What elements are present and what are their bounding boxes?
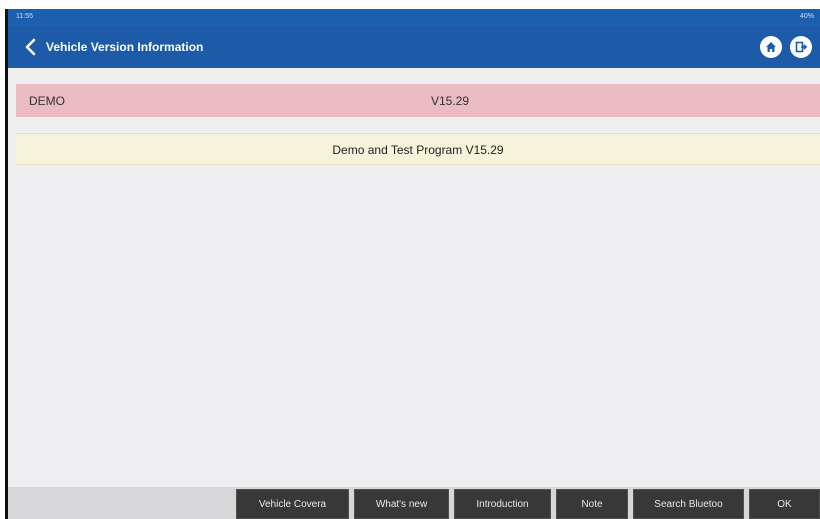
back-button[interactable] [18,35,42,59]
status-bar: 11:55 40% [8,9,820,26]
chevron-left-icon [25,38,36,56]
home-button[interactable] [760,36,782,58]
search-bluetooth-button[interactable]: Search Bluetoo [633,489,744,519]
vehicle-name: DEMO [29,94,65,108]
screen: 11:55 40% Vehicle Version Information DE… [8,9,820,519]
exit-button[interactable] [790,36,812,58]
home-icon [766,42,776,52]
page-title: Vehicle Version Information [46,40,204,54]
vehicle-coverage-button[interactable]: Vehicle Covera [236,489,349,519]
info-row: Demo and Test Program V15.29 [16,133,820,165]
whats-new-button[interactable]: What's new [354,489,449,519]
ok-button[interactable]: OK [749,489,820,519]
app-bar: Vehicle Version Information [8,26,820,68]
bottom-toolbar: Vehicle Covera What's new Introduction N… [8,487,820,519]
version-row[interactable]: DEMO V15.29 [16,84,820,117]
exit-icon [795,41,807,53]
status-time: 11:55 [16,13,33,20]
program-description: Demo and Test Program V15.29 [332,143,504,157]
note-button[interactable]: Note [556,489,628,519]
status-battery: 40% [799,13,814,20]
vehicle-version: V15.29 [431,94,470,108]
introduction-button[interactable]: Introduction [454,489,551,519]
device-frame: 11:55 40% Vehicle Version Information DE… [5,9,820,519]
